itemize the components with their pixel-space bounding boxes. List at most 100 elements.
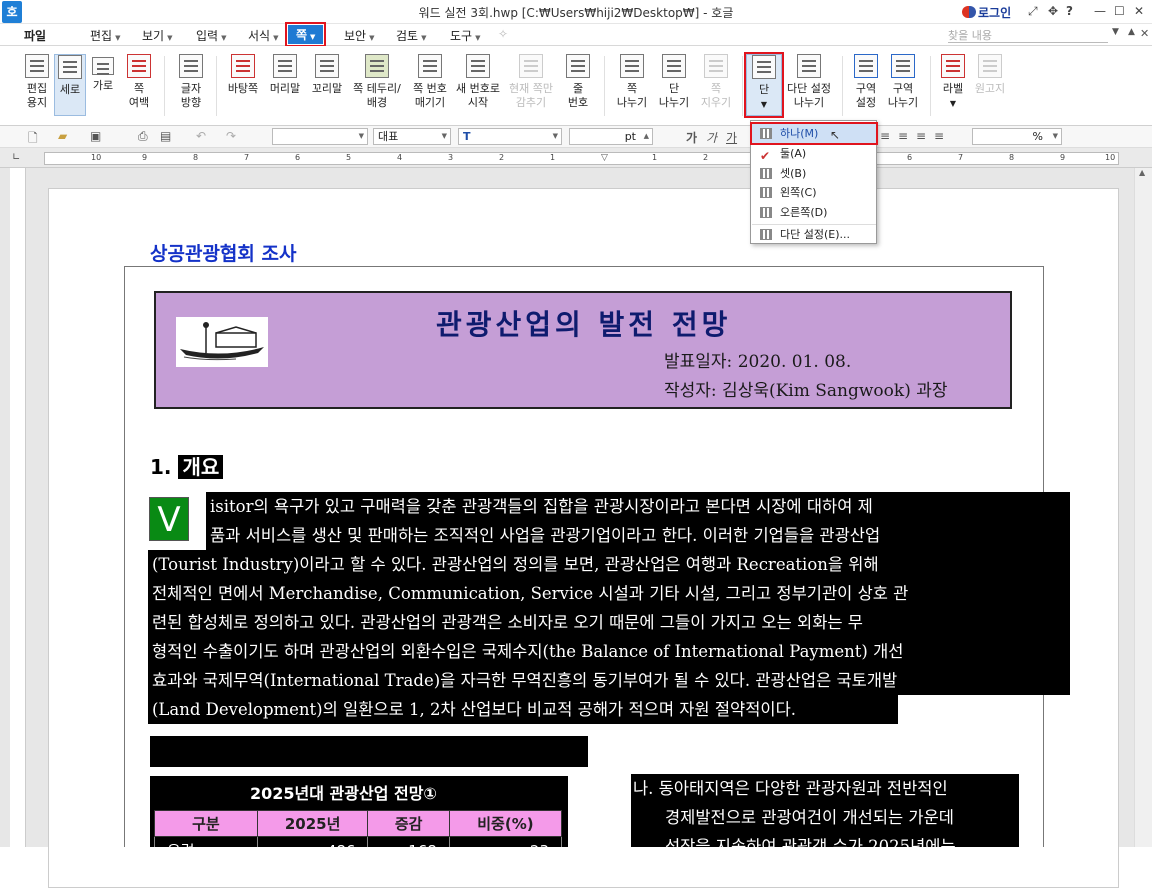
justify-icon[interactable]: ≡	[934, 129, 944, 143]
page-content: 상공관광협회 조사 관광산업의 발전 전망 발표일자: 2020. 01. 08…	[48, 188, 1119, 847]
page-number-icon	[418, 54, 442, 78]
ribbon-separator	[930, 56, 931, 116]
ruler-tick: 1	[550, 153, 556, 162]
menu-bar: 파일 편집 ▼ 보기 ▼ 입력 ▼ 서식 ▼ 쪽 ▼ 보안 ▼ 검토 ▼ 도구 ▼ ✧ 찾을 내…	[0, 22, 1152, 47]
menu-security[interactable]: 보안 ▼	[344, 27, 374, 44]
right-column-line: 경제발전으로 관광여건이 개선되는 가운데	[665, 808, 954, 827]
maximize-icon[interactable]: ☐	[1114, 4, 1125, 18]
login-button[interactable]: 로그인	[962, 4, 1011, 21]
italic-button[interactable]: 가	[706, 129, 717, 146]
right-column-line: 성장을 지속하여 관광객 수가 2025년에는	[665, 837, 956, 847]
menu-tools[interactable]: 도구 ▼	[450, 27, 480, 44]
help-icon[interactable]: ?	[1066, 4, 1073, 18]
menu-item-right-column[interactable]: 오른쪽(D)	[752, 203, 876, 222]
table-header: 증감	[367, 810, 450, 837]
zoom-field[interactable]: % ▼	[972, 128, 1062, 145]
horizontal-ruler[interactable]: ∟ 10 9 8 7 6 5 4 3 2 1 1 2 6 7 8 9 10 ▽	[0, 148, 1152, 168]
column-break-button[interactable]: 단 나누기	[656, 54, 692, 110]
column-dropdown-menu: 하나(M) ↖ ✔ 둘(A) 셋(B) 왼쪽(C) 오른쪽(D) 다단 설정(E).…	[750, 120, 878, 244]
menu-view[interactable]: 보기 ▼	[142, 27, 172, 44]
master-page-icon	[231, 54, 255, 78]
search-options-icon[interactable]: ▼	[1112, 27, 1119, 37]
banner-author: 작성자: 김상욱(Kim Sangwook) 과장	[664, 381, 948, 401]
ribbon-collapse-icon[interactable]: ▲	[1128, 27, 1135, 37]
tab-stop-icon[interactable]: ∟	[12, 152, 20, 163]
text-direction-icon	[179, 54, 203, 78]
master-page-button[interactable]: 바탕쪽	[224, 54, 262, 96]
new-number-button[interactable]: 새 번호로 시작	[454, 54, 502, 110]
drop-cap: V	[149, 497, 189, 541]
text-direction-button[interactable]: 글자 방향	[172, 54, 210, 110]
tools-icon[interactable]: ✥	[1048, 4, 1058, 18]
page-number-button[interactable]: 쪽 번호 매기기	[408, 54, 452, 110]
font-select[interactable]: T ▼	[458, 128, 562, 145]
page-break-button[interactable]: 쪽 나누기	[612, 54, 652, 110]
line-number-button[interactable]: 줄 번호	[560, 54, 596, 110]
puzzle-icon[interactable]: ✧	[498, 27, 508, 41]
menu-item-column-settings[interactable]: 다단 설정(E)...	[752, 224, 876, 243]
doc-close-icon[interactable]: ✕	[1140, 27, 1149, 40]
section-settings-button[interactable]: 구역 설정	[848, 54, 884, 110]
save-icon[interactable]: ▣	[90, 129, 101, 143]
font-size-field[interactable]: pt ▲	[569, 128, 653, 145]
ruler-tick: 1	[652, 153, 658, 162]
fullscreen-icon[interactable]: ⤢	[1028, 4, 1038, 19]
open-icon[interactable]: ▰	[58, 129, 67, 143]
manuscript-button[interactable]: 원고지	[970, 54, 1010, 96]
page-border-button[interactable]: 쪽 테두리/ 배경	[350, 54, 404, 110]
undo-icon[interactable]: ↶	[196, 129, 206, 143]
menu-page[interactable]: 쪽 ▼	[284, 22, 327, 47]
redo-icon[interactable]: ↷	[226, 129, 236, 143]
column-icon	[752, 55, 776, 79]
menu-insert[interactable]: 입력 ▼	[196, 27, 226, 44]
ribbon-separator	[164, 56, 165, 116]
column-button[interactable]: 단 ▼	[744, 52, 784, 118]
ruler-track[interactable]: 10 9 8 7 6 5 4 3 2 1 1 2 6 7 8 9 10 ▽	[44, 152, 1119, 165]
projection-table[interactable]: 구분 2025년 증감 비중(%) 유럽 486 168 23	[154, 810, 563, 847]
menu-review[interactable]: 검토 ▼	[396, 27, 426, 44]
menu-file[interactable]: 파일	[24, 27, 46, 44]
login-icon	[962, 6, 976, 18]
table-caption: 2025년대 관광산업 전망①	[250, 784, 437, 803]
three-columns-icon	[760, 168, 772, 179]
section-break-button[interactable]: 구역 나누기	[884, 54, 922, 110]
print-icon[interactable]: ⎙	[138, 129, 148, 144]
vertical-ruler[interactable]	[10, 168, 26, 847]
ruler-tick: 4	[397, 153, 403, 162]
menu-item-left-column[interactable]: 왼쪽(C)	[752, 183, 876, 202]
menu-edit[interactable]: 편집 ▼	[90, 27, 120, 44]
search-input[interactable]: 찾을 내용	[948, 27, 1108, 43]
hide-page-button[interactable]: 현재 쪽만 감추기	[506, 54, 556, 110]
align-center-icon[interactable]: ≡	[880, 129, 890, 143]
landscape-button[interactable]: 가로	[88, 54, 118, 93]
menu-item-two-columns[interactable]: ✔ 둘(A)	[752, 144, 876, 163]
bold-button[interactable]: 가	[686, 129, 697, 146]
new-doc-icon[interactable]: 🗋	[28, 129, 38, 150]
indent-marker-icon[interactable]: ▽	[601, 153, 608, 163]
menu-item-three-columns[interactable]: 셋(B)	[752, 164, 876, 183]
page-margin-button[interactable]: 쪽 여백	[120, 54, 158, 110]
close-icon[interactable]: ✕	[1134, 4, 1144, 18]
font-lang-select[interactable]: 대표 ▼	[373, 128, 451, 145]
align-right-icon[interactable]: ≡	[898, 129, 908, 143]
style-select[interactable]: ▼	[272, 128, 368, 145]
label-button[interactable]: 라벨 ▼	[936, 54, 970, 111]
ruler-tick: 6	[295, 153, 301, 162]
banner-date: 발표일자: 2020. 01. 08.	[664, 352, 852, 372]
menu-item-one-column[interactable]: 하나(M) ↖	[750, 122, 878, 145]
ruler-tick: 5	[346, 153, 352, 162]
portrait-button[interactable]: 세로	[54, 54, 86, 116]
paper-setup-button[interactable]: 편집 용지	[20, 54, 54, 110]
menu-format[interactable]: 서식 ▼	[248, 27, 278, 44]
scroll-up-icon[interactable]: ▲	[1139, 168, 1145, 177]
minimize-icon[interactable]: —	[1094, 4, 1106, 18]
page-delete-button[interactable]: 쪽 지우기	[696, 54, 736, 110]
underline-button[interactable]: 가	[726, 129, 737, 146]
footer-button[interactable]: 꼬리말	[308, 54, 346, 96]
page-delete-icon	[704, 54, 728, 78]
vertical-scrollbar[interactable]: ▲	[1134, 168, 1152, 847]
multicolumn-break-button[interactable]: 다단 설정 나누기	[784, 54, 834, 110]
preview-icon[interactable]: ▤	[160, 129, 171, 143]
distribute-icon[interactable]: ≡	[916, 129, 926, 143]
header-button[interactable]: 머리말	[266, 54, 304, 96]
